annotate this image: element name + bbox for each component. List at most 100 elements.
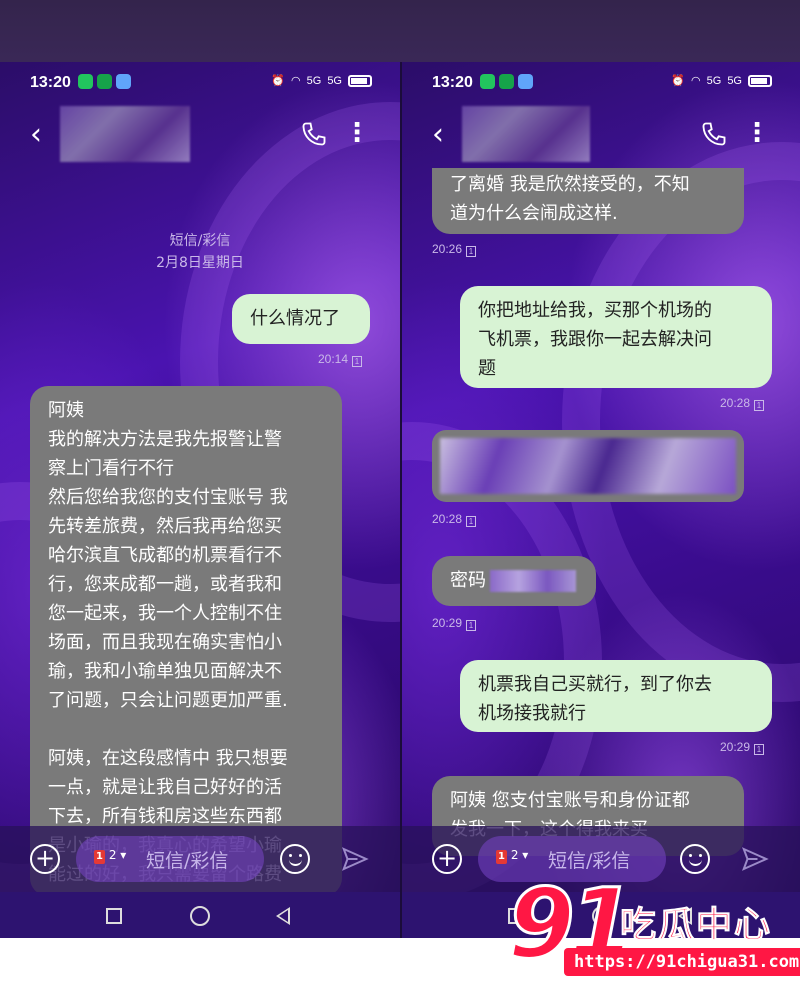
message-line	[48, 715, 324, 744]
message-bubble-in[interactable]: 了离婚 我是欣然接受的，不知 道为什么会闹成这样.	[432, 168, 744, 234]
recents-button[interactable]	[106, 908, 122, 924]
sim-icon: 1	[754, 744, 765, 755]
message-bubble-out[interactable]: 机票我自己买就行，到了你去 机场接我就行	[460, 660, 772, 732]
message-line: 瑜，我和小瑜单独见面解决不	[48, 661, 282, 682]
signal-icon: 5G	[306, 74, 322, 87]
status-bar: 13:20 ⏰ ◠ 5G 5G	[0, 62, 400, 106]
message-line: 飞机票，我跟你一起去解决问	[478, 329, 712, 350]
message-line: 阿姨 您支付宝账号和身份证都	[450, 790, 690, 811]
message-bubble-out[interactable]: 你把地址给我，买那个机场的 飞机票，我跟你一起去解决问题	[460, 286, 772, 388]
send-icon[interactable]	[740, 844, 770, 874]
message-time: 20:26 1	[432, 242, 477, 257]
sim-icon: 1	[466, 620, 477, 631]
message-line: 场面，而且我现在确实害怕小	[48, 632, 282, 653]
signal-icon: 5G	[706, 74, 722, 87]
message-time: 20:14 1	[318, 352, 363, 367]
message-time: 20:28 1	[432, 512, 477, 527]
message-line: 察上门看行不行	[48, 458, 174, 479]
notification-icons	[480, 74, 533, 89]
message-input[interactable]: 1 2 ▾ 短信/彩信	[76, 836, 264, 882]
message-line: 道为什么会闹成这样.	[450, 203, 618, 224]
emoji-icon[interactable]	[680, 844, 710, 874]
conversation-header: ‹ ⋮	[402, 106, 800, 166]
status-bar: 13:20 ⏰ ◠ 5G 5G	[402, 62, 800, 106]
signal-icon: 5G	[327, 74, 342, 87]
wechat-icon	[78, 74, 93, 89]
back-arrow-icon[interactable]: ‹	[432, 120, 444, 150]
conversation-header: ‹ ⋮	[0, 106, 400, 166]
system-nav-bar	[0, 892, 400, 938]
message-bubble-in[interactable]: 密码	[432, 556, 596, 606]
message-line: 我的解决方法是我先报警让警	[48, 429, 282, 450]
emoji-icon[interactable]	[280, 844, 310, 874]
back-button[interactable]	[276, 907, 290, 925]
contact-name-blurred[interactable]	[60, 106, 190, 162]
system-icons: ⏰ ◠ 5G 5G	[271, 74, 372, 87]
sim-selector[interactable]: 1 2 ▾	[94, 848, 126, 864]
message-line: 先转差旅费，然后我再给您买	[48, 516, 282, 537]
sim-icon: 1	[754, 400, 765, 411]
system-icons: ⏰ ◠ 5G 5G	[671, 74, 772, 87]
message-time: 20:29 1	[432, 616, 477, 631]
input-placeholder: 短信/彩信	[146, 850, 229, 872]
message-line: 机票我自己买就行，到了你去	[478, 674, 712, 695]
status-time: 13:20	[432, 74, 473, 91]
alarm-icon: ⏰	[271, 75, 286, 87]
sim-selector[interactable]: 1 2 ▾	[496, 848, 528, 864]
wifi-icon: ◠	[691, 75, 701, 87]
message-line: 您一起来，我一个人控制不住	[48, 603, 282, 624]
battery-icon	[748, 74, 772, 87]
call-icon[interactable]	[300, 120, 328, 148]
app-icon	[499, 74, 514, 89]
app-icon	[518, 74, 533, 89]
message-text: 什么情况了	[250, 308, 340, 329]
message-bubble-out[interactable]: 什么情况了	[232, 294, 370, 344]
message-line: 阿姨	[48, 400, 84, 421]
password-redacted	[490, 570, 576, 592]
compose-bar: + 1 2 ▾ 短信/彩信	[0, 826, 400, 892]
add-attachment-icon[interactable]: +	[30, 844, 60, 874]
watermark-url: https://91chigua31.com	[564, 948, 800, 976]
sim-icon: 1	[466, 516, 477, 527]
sim-icon: 1	[466, 246, 477, 257]
signal-icon: 5G	[727, 74, 742, 87]
message-line: 一点，就是让我自己好好的活	[48, 777, 282, 798]
message-line: 题	[478, 358, 496, 379]
message-list[interactable]: 了离婚 我是欣然接受的，不知 道为什么会闹成这样. 20:26 1 你把地址给我，买…	[402, 166, 800, 856]
message-time: 20:28 1	[720, 396, 765, 411]
message-list[interactable]: 短信/彩信 2月8日星期日 什么情况了 20:14 1 阿姨我的解决方法是我先报警…	[0, 166, 400, 914]
message-line: 然后您给我您的支付宝账号 我	[48, 487, 288, 508]
phone-screen-left: 13:20 ⏰ ◠ 5G 5G ‹ ⋮ 短信/彩信 2月8日星期日 什么情况了 …	[0, 62, 400, 938]
add-attachment-icon[interactable]: +	[432, 844, 462, 874]
send-icon[interactable]	[340, 844, 370, 874]
message-line: 阿姨，在这段感情中 我只想要	[48, 748, 288, 769]
message-line: 机场接我就行	[478, 703, 586, 724]
app-icon	[116, 74, 131, 89]
message-line: 哈尔滨直飞成都的机票看行不	[48, 545, 282, 566]
phone-screen-right: 13:20 ⏰ ◠ 5G 5G ‹ ⋮ 了离婚 我是欣然接受的，不知 道为什么会闹…	[400, 62, 800, 938]
app-icon	[97, 74, 112, 89]
message-line: 行，您来成都一趟，或者我和	[48, 574, 282, 595]
more-options-icon[interactable]: ⋮	[344, 120, 370, 146]
home-button[interactable]	[190, 906, 210, 926]
message-category: 短信/彩信	[169, 233, 231, 249]
message-time: 20:29 1	[720, 740, 765, 755]
more-options-icon[interactable]: ⋮	[744, 120, 770, 146]
call-icon[interactable]	[700, 120, 728, 148]
message-line: 你把地址给我，买那个机场的	[478, 300, 712, 321]
status-time: 13:20	[30, 74, 71, 91]
message-text: 密码	[450, 570, 486, 591]
wechat-icon	[480, 74, 495, 89]
date-separator: 2月8日星期日	[156, 255, 244, 271]
contact-name-blurred[interactable]	[462, 106, 590, 162]
notification-icons	[78, 74, 131, 89]
sim-icon: 1	[352, 356, 363, 367]
redacted-image	[440, 438, 736, 494]
top-background	[0, 0, 800, 62]
watermark: 91 吃瓜中心 https://91chigua31.com	[507, 875, 800, 986]
message-bubble-in[interactable]: 阿姨我的解决方法是我先报警让警 察上门看行不行然后您给我您的支付宝账号 我先转差旅…	[30, 386, 342, 914]
alarm-icon: ⏰	[671, 75, 686, 87]
image-attachment-blurred[interactable]	[432, 430, 744, 502]
battery-icon	[348, 74, 372, 87]
back-arrow-icon[interactable]: ‹	[30, 120, 42, 150]
